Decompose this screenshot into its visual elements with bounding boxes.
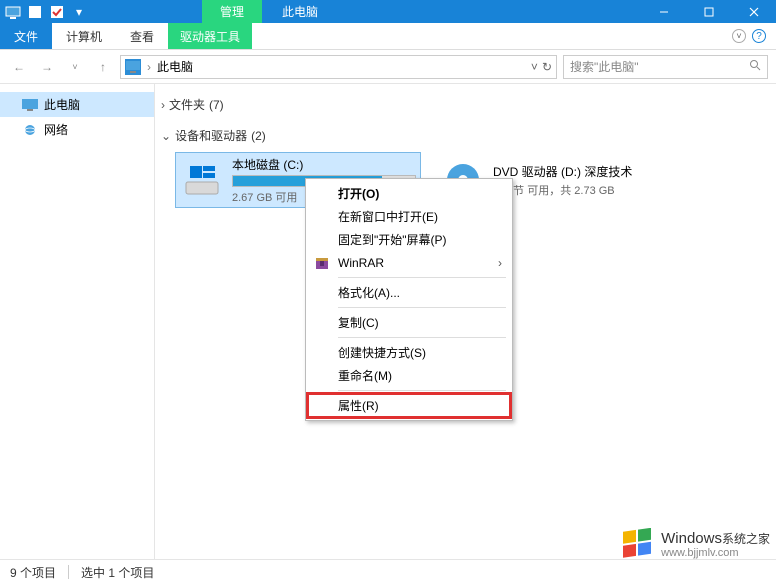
drive-free: 0 字节 可用，共 2.73 GB [493,182,679,198]
pc-icon [22,99,38,111]
chevron-right-icon: › [161,98,165,112]
group-label: 设备和驱动器 [175,127,247,144]
close-button[interactable] [731,0,776,23]
ribbon-expand-icon[interactable]: ˅ [732,29,746,43]
ctx-separator [338,337,506,338]
titlebar: ▾ 管理 此电脑 [0,0,776,23]
watermark-zh: 系统之家 [722,533,770,546]
back-button[interactable]: ← [8,56,30,78]
qat-icon-2[interactable] [48,3,66,21]
network-icon [22,124,38,136]
minimize-button[interactable] [641,0,686,23]
help-icon[interactable]: ? [752,29,766,43]
context-menu: 打开(O) 在新窗口中打开(E) 固定到"开始"屏幕(P) WinRAR › 格… [305,178,513,421]
watermark-win: Windows [661,531,722,548]
drive-name: 本地磁盘 (C:) [232,156,416,173]
navbar: ← → ˅ ↑ › 此电脑 ˅ ↻ 搜索"此电脑" [0,50,776,84]
ctx-separator [338,390,506,391]
ctx-open[interactable]: 打开(O) [308,182,510,205]
search-placeholder: 搜索"此电脑" [570,58,639,75]
forward-button[interactable]: → [36,56,58,78]
group-count: (7) [209,98,224,112]
sidebar-item-thispc[interactable]: 此电脑 [0,92,154,117]
sidebar-item-label: 网络 [44,121,68,138]
menubar: 文件 计算机 查看 驱动器工具 ˅ ? [0,23,776,50]
sidebar-item-label: 此电脑 [44,96,80,113]
qat-dropdown-icon[interactable]: ▾ [70,3,88,21]
ribbon-tab-manage[interactable]: 管理 [202,0,262,23]
menu-drive-tools[interactable]: 驱动器工具 [168,23,252,49]
sys-icons: ▾ [0,3,92,21]
maximize-button[interactable] [686,0,731,23]
search-input[interactable]: 搜索"此电脑" [563,55,768,79]
up-button[interactable]: ↑ [92,56,114,78]
ctx-separator [338,277,506,278]
menu-computer[interactable]: 计算机 [52,23,116,49]
windows-logo-icon [621,528,655,562]
watermark: Windows 系统之家 www.bjjmlv.com [621,528,770,562]
group-folders[interactable]: › 文件夹 (7) [161,94,770,115]
sidebar: 此电脑 网络 [0,84,155,559]
window-title: 此电脑 [262,3,338,20]
status-selected: 选中 1 个项目 [81,564,154,581]
ctx-properties[interactable]: 属性(R) [308,394,510,417]
breadcrumb-sep: › [147,60,151,74]
menu-view[interactable]: 查看 [116,23,168,49]
ctx-rename[interactable]: 重命名(M) [308,364,510,387]
address-dropdown-icon[interactable]: ˅ [531,60,538,74]
group-devices[interactable]: ⌄ 设备和驱动器 (2) [161,125,770,146]
qat-icon-1[interactable] [26,3,44,21]
drive-name: DVD 驱动器 (D:) 深度技术 [493,163,679,180]
statusbar: 9 个项目 选中 1 个项目 [0,559,776,584]
search-icon[interactable] [749,59,761,74]
winrar-icon [314,255,330,271]
watermark-url: www.bjjmlv.com [661,547,770,559]
refresh-icon[interactable]: ↻ [542,60,552,74]
sidebar-item-network[interactable]: 网络 [0,117,154,142]
address-bar[interactable]: › 此电脑 ˅ ↻ [120,55,557,79]
menu-file[interactable]: 文件 [0,23,52,49]
ctx-separator [338,307,506,308]
app-icon [4,3,22,21]
ctx-open-new-window[interactable]: 在新窗口中打开(E) [308,205,510,228]
chevron-down-icon: ⌄ [161,129,171,143]
breadcrumb-location[interactable]: 此电脑 [157,58,193,75]
ctx-format[interactable]: 格式化(A)... [308,281,510,304]
ctx-create-shortcut[interactable]: 创建快捷方式(S) [308,341,510,364]
recent-dropdown[interactable]: ˅ [64,56,86,78]
hdd-icon [180,158,224,202]
ctx-copy[interactable]: 复制(C) [308,311,510,334]
ctx-pin-to-start[interactable]: 固定到"开始"屏幕(P) [308,228,510,251]
status-count: 9 个项目 [10,564,56,581]
ctx-winrar[interactable]: WinRAR › [308,251,510,274]
pc-icon [125,59,141,75]
group-count: (2) [251,129,266,143]
status-separator [68,565,69,579]
submenu-arrow-icon: › [498,256,502,270]
group-label: 文件夹 [169,96,205,113]
